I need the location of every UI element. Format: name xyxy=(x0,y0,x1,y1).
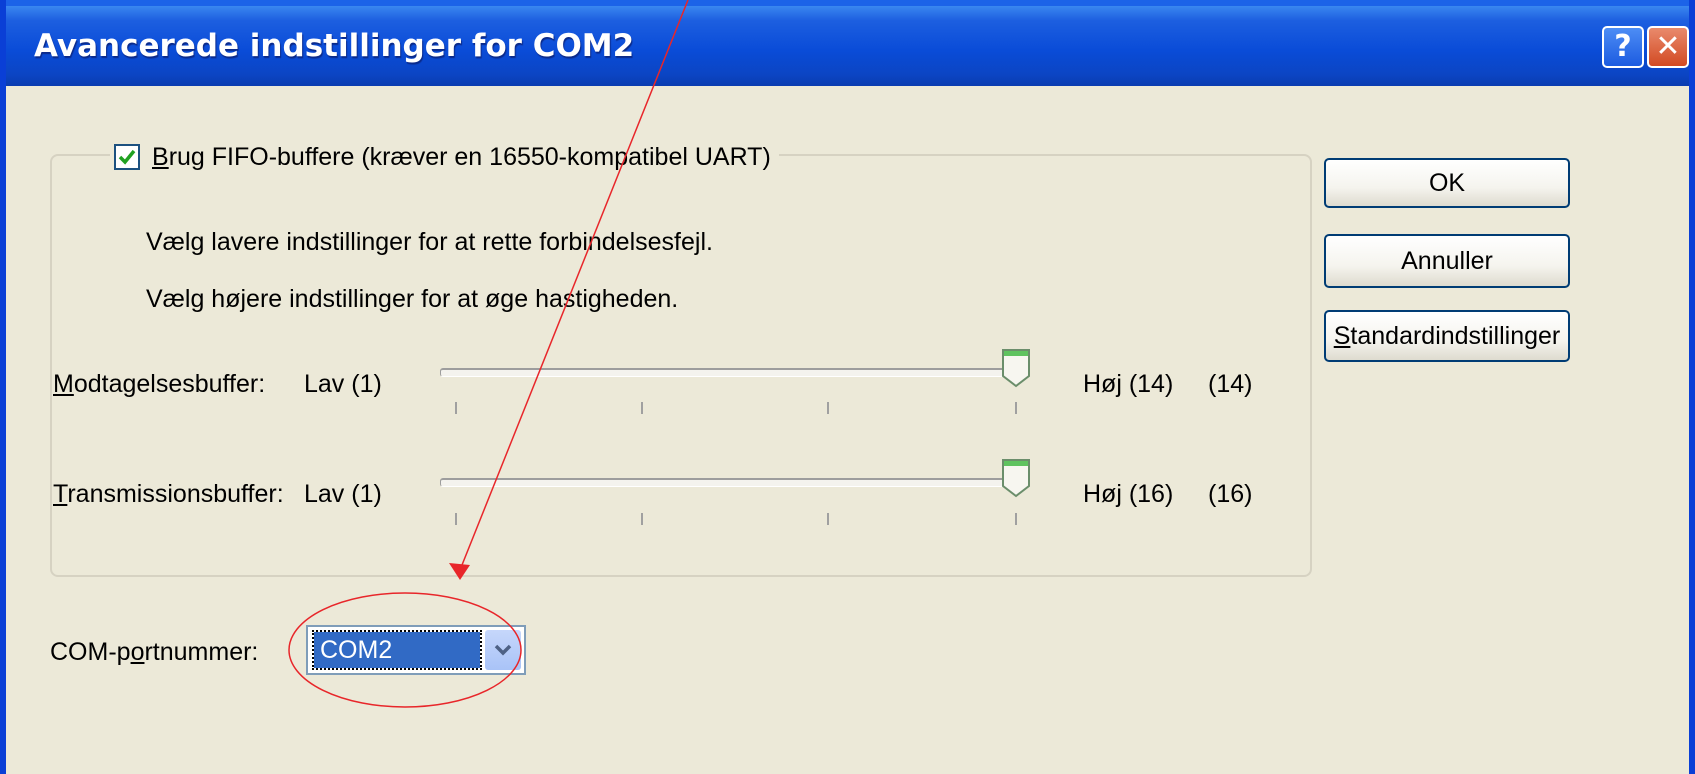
transmit-buffer-label: Transmissionsbuffer: xyxy=(53,480,284,508)
defaults-button[interactable]: Standardindstillinger xyxy=(1324,310,1570,362)
transmit-slider-tick xyxy=(1015,513,1017,525)
info-higher-text: Vælg højere indstillinger for at øge has… xyxy=(146,285,679,313)
close-icon: ✕ xyxy=(1655,29,1681,64)
receive-slider-tick xyxy=(827,402,829,414)
fifo-checkbox[interactable] xyxy=(114,144,140,170)
cancel-button[interactable]: Annuller xyxy=(1324,234,1570,288)
com-port-label: COM-portnummer: xyxy=(50,638,259,666)
transmit-slider-track[interactable] xyxy=(440,478,1021,487)
dropdown-button[interactable] xyxy=(485,630,521,670)
receive-slider-tick xyxy=(455,402,457,414)
title-bar[interactable]: Avancerede indstillinger for COM2 ? ✕ xyxy=(6,0,1689,86)
dialog-window: Avancerede indstillinger for COM2 ? ✕ Br… xyxy=(0,0,1695,774)
close-button[interactable]: ✕ xyxy=(1647,26,1689,68)
window-title: Avancerede indstillinger for COM2 xyxy=(34,28,635,64)
defaults-button-label: Standardindstillinger xyxy=(1333,321,1561,350)
receive-slider-tick xyxy=(641,402,643,414)
help-icon: ? xyxy=(1614,29,1632,64)
receive-buffer-label: Modtagelsesbuffer: xyxy=(53,370,266,398)
receive-high-label: Høj (14) xyxy=(1083,370,1174,398)
receive-slider-tick xyxy=(1015,402,1017,414)
fifo-label: Brug FIFO-buffere (kræver en 16550-kompa… xyxy=(152,142,771,171)
transmit-high-label: Høj (16) xyxy=(1083,480,1174,508)
ok-button[interactable]: OK xyxy=(1324,158,1570,208)
transmit-slider-tick xyxy=(827,513,829,525)
ok-button-label: OK xyxy=(1428,168,1466,197)
transmit-slider-thumb[interactable] xyxy=(1001,458,1031,498)
receive-slider-thumb[interactable] xyxy=(1001,348,1031,388)
help-button[interactable]: ? xyxy=(1602,26,1644,68)
fifo-groupbox xyxy=(50,154,1312,577)
cancel-button-label: Annuller xyxy=(1401,246,1493,275)
com-port-selected-value: COM2 xyxy=(312,630,482,670)
com-port-select[interactable]: COM2 xyxy=(306,625,526,675)
checkmark-icon xyxy=(118,149,136,165)
receive-low-label: Lav (1) xyxy=(304,370,382,398)
transmit-slider-tick xyxy=(455,513,457,525)
fifo-option[interactable]: Brug FIFO-buffere (kræver en 16550-kompa… xyxy=(110,140,779,174)
chevron-down-icon xyxy=(494,644,512,656)
transmit-low-label: Lav (1) xyxy=(304,480,382,508)
transmit-value: (16) xyxy=(1208,480,1253,508)
receive-value: (14) xyxy=(1208,370,1253,398)
transmit-slider-tick xyxy=(641,513,643,525)
info-lower-text: Vælg lavere indstillinger for at rette f… xyxy=(146,228,713,256)
receive-slider-track[interactable] xyxy=(440,368,1021,377)
